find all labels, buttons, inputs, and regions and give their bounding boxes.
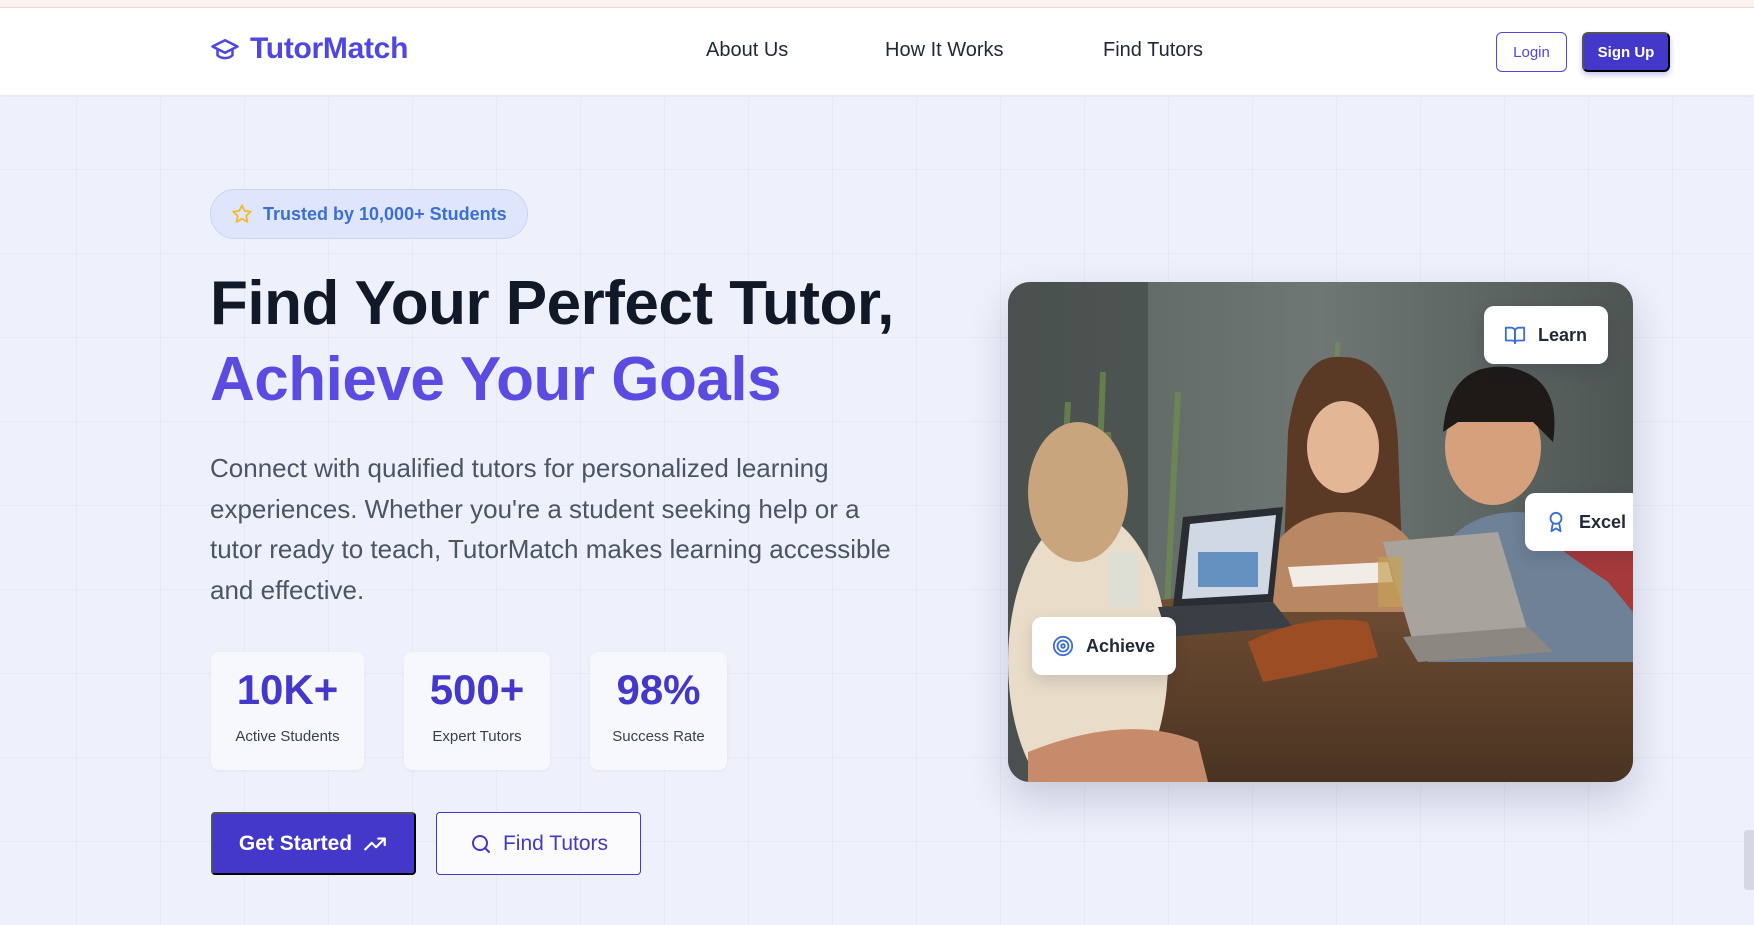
hero-image: Learn Excel Achieve xyxy=(1008,282,1633,782)
get-started-label: Get Started xyxy=(238,831,353,855)
find-tutors-button[interactable]: Find Tutors xyxy=(436,812,641,875)
stat-value: 500+ xyxy=(429,666,525,713)
trending-up-icon xyxy=(364,837,386,850)
hero-title-line2: Achieve Your Goals xyxy=(210,345,782,414)
brand-name: TutorMatch xyxy=(250,32,409,65)
hero-title-line1: Find Your Perfect Tutor, xyxy=(210,269,894,338)
target-icon xyxy=(1052,635,1074,657)
award-icon xyxy=(1549,511,1563,533)
excel-chip-label: Excel xyxy=(1579,511,1627,532)
search-icon xyxy=(471,834,490,853)
nav-link-how-it-works[interactable]: How It Works xyxy=(885,39,1004,62)
scrollbar-thumb[interactable] xyxy=(1744,830,1754,890)
achieve-chip: Achieve xyxy=(1032,617,1176,675)
stat-label: Expert Tutors xyxy=(432,728,522,745)
stat-label: Active Students xyxy=(235,728,340,745)
learn-chip: Learn xyxy=(1484,306,1608,364)
star-icon xyxy=(232,204,252,223)
navbar: TutorMatch About Us How It Works Find Tu… xyxy=(0,8,1754,96)
hero-description: Connect with qualified tutors for person… xyxy=(210,453,891,605)
trust-badge: Trusted by 10,000+ Students xyxy=(210,189,528,239)
nav-link-about-us[interactable]: About Us xyxy=(706,39,788,62)
achieve-chip-label: Achieve xyxy=(1086,635,1156,656)
login-button[interactable]: Login xyxy=(1496,32,1567,72)
find-tutors-label: Find Tutors xyxy=(502,831,609,855)
stat-card-success: 98% Success Rate xyxy=(590,652,727,770)
top-accent-strip xyxy=(0,0,1754,8)
nav-link-find-tutors[interactable]: Find Tutors xyxy=(1103,39,1203,62)
trust-badge-text: Trusted by 10,000+ Students xyxy=(263,203,507,224)
stat-value: 98% xyxy=(616,666,701,713)
graduation-cap-icon xyxy=(211,39,239,60)
stat-card-tutors: 500+ Expert Tutors xyxy=(404,652,550,770)
stat-label: Success Rate xyxy=(612,728,705,745)
excel-chip: Excel xyxy=(1525,493,1633,551)
stat-value: 10K+ xyxy=(236,666,339,713)
learn-chip-label: Learn xyxy=(1538,324,1588,345)
stat-card-students: 10K+ Active Students xyxy=(211,652,364,770)
brand-logo[interactable]: TutorMatch xyxy=(210,32,408,66)
get-started-button[interactable]: Get Started xyxy=(211,812,416,875)
signup-button[interactable]: Sign Up xyxy=(1582,32,1670,72)
book-open-icon xyxy=(1504,326,1526,345)
